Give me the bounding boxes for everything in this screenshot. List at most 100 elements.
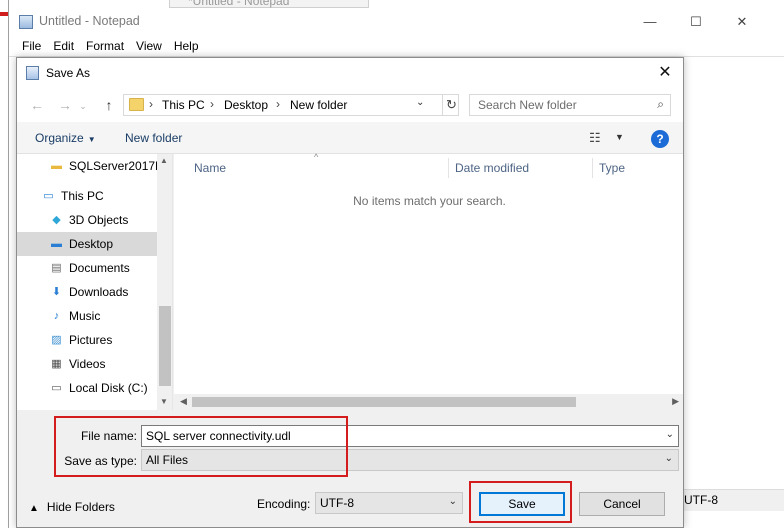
breadcrumb-separator-icon: › xyxy=(149,97,153,111)
document-icon: ▤ xyxy=(51,262,62,274)
address-dropdown-chevron-icon[interactable]: ⌄ xyxy=(416,97,424,108)
notepad-title: Untitled - Notepad xyxy=(39,14,140,28)
help-icon[interactable]: ? xyxy=(651,130,669,148)
save-dialog-icon xyxy=(26,66,39,80)
computer-icon: ▭ xyxy=(43,190,54,202)
sidebar-item-label: Documents xyxy=(69,261,130,275)
breadcrumb-separator-icon: › xyxy=(276,97,280,111)
maximize-button[interactable]: ☐ xyxy=(673,8,719,36)
column-divider[interactable] xyxy=(448,158,449,178)
hide-folders-label: Hide Folders xyxy=(46,500,115,514)
scrollbar-thumb[interactable] xyxy=(159,306,171,386)
up-arrow-icon[interactable]: ↑ xyxy=(99,96,119,114)
sidebar-item-label: Pictures xyxy=(69,333,113,347)
chevron-up-icon: ▲ xyxy=(29,503,39,514)
picture-icon: ▨ xyxy=(51,334,62,346)
back-arrow-icon[interactable]: ← xyxy=(27,96,47,114)
organize-button[interactable]: Organize ▼ xyxy=(35,131,96,145)
sidebar-item-this-pc[interactable]: ▭ This PC xyxy=(17,184,157,208)
breadcrumb-desktop[interactable]: Desktop xyxy=(224,98,268,112)
folder-icon: ▬ xyxy=(51,160,62,172)
chevron-down-icon[interactable]: ⌄ xyxy=(666,429,674,440)
encoding-select[interactable]: UTF-8 ⌄ xyxy=(315,492,463,514)
scroll-down-icon[interactable]: ▼ xyxy=(160,397,168,406)
sidebar-item-sqlserver2017[interactable]: ▬ SQLServer2017M xyxy=(17,154,165,178)
column-header-type[interactable]: Type xyxy=(599,154,625,182)
view-options-icon[interactable]: ☷ xyxy=(589,130,601,146)
dialog-close-icon[interactable]: ✕ xyxy=(647,58,683,88)
menu-format[interactable]: Format xyxy=(80,36,130,56)
sort-ascending-icon: ^ xyxy=(314,152,319,162)
notepad-titlebar: Untitled - Notepad — ☐ ✕ xyxy=(9,8,784,36)
search-input[interactable]: Search New folder ⌕ xyxy=(469,94,671,116)
column-header-name[interactable]: Name xyxy=(194,154,226,182)
breadcrumb-separator-icon: › xyxy=(210,97,214,111)
background-notepad-tab: *Untitled - Notepad xyxy=(169,0,369,8)
sidebar-item-label: Videos xyxy=(69,357,106,371)
cancel-button[interactable]: Cancel xyxy=(579,492,665,516)
file-list-horizontal-scrollbar[interactable]: ◀ ▶ xyxy=(174,394,683,410)
empty-folder-message: No items match your search. xyxy=(353,194,506,208)
breadcrumb[interactable]: › This PC › Desktop › New folder ⌄ ↻ xyxy=(123,94,459,116)
new-folder-button[interactable]: New folder xyxy=(125,131,182,145)
encoding-value: UTF-8 xyxy=(320,496,354,510)
chevron-down-icon[interactable]: ⌄ xyxy=(665,453,673,464)
minimize-button[interactable]: — xyxy=(627,8,673,36)
sidebar-item-videos[interactable]: ▦ Videos xyxy=(17,352,157,376)
scroll-up-icon[interactable]: ▲ xyxy=(160,156,168,165)
sidebar-item-label: 3D Objects xyxy=(69,213,129,227)
view-chevron-icon[interactable]: ▼ xyxy=(615,132,624,142)
menu-edit[interactable]: Edit xyxy=(47,36,80,56)
sidebar-item-documents[interactable]: ▤ Documents xyxy=(17,256,157,280)
navigation-scrollbar[interactable]: ▲ ▼ xyxy=(157,154,172,410)
sidebar-item-downloads[interactable]: ⬇ Downloads xyxy=(17,280,157,304)
red-edge-mark xyxy=(0,12,8,16)
sidebar-item-desktop[interactable]: ▬ Desktop xyxy=(17,232,157,256)
search-placeholder: Search New folder xyxy=(478,98,577,112)
refresh-icon[interactable]: ↻ xyxy=(442,95,460,115)
organize-chevron-icon: ▼ xyxy=(87,135,96,144)
notepad-menubar: File Edit Format View Help xyxy=(9,36,205,56)
organize-label: Organize xyxy=(35,131,84,145)
chevron-down-icon[interactable]: ⌄ xyxy=(449,496,457,507)
sidebar-item-label: Local Disk (C:) xyxy=(69,381,148,395)
menu-file[interactable]: File xyxy=(16,36,47,56)
dialog-toolbar: Organize ▼ New folder ☷ ▼ ? xyxy=(17,122,683,154)
highlight-box-file-fields xyxy=(54,416,348,477)
search-icon: ⌕ xyxy=(657,97,664,111)
menu-help[interactable]: Help xyxy=(168,36,205,56)
sidebar-item-label: SQLServer2017M xyxy=(69,159,166,173)
menu-view[interactable]: View xyxy=(130,36,168,56)
folder-icon xyxy=(129,98,144,111)
highlight-box-save-button xyxy=(469,481,572,523)
sidebar-item-pictures[interactable]: ▨ Pictures xyxy=(17,328,157,352)
scroll-left-icon[interactable]: ◀ xyxy=(180,396,187,407)
scroll-right-icon[interactable]: ▶ xyxy=(672,396,679,407)
cube-icon: ◆ xyxy=(52,214,61,226)
hide-folders-button[interactable]: ▲ Hide Folders xyxy=(29,500,115,514)
sidebar-item-local-disk[interactable]: ▭ Local Disk (C:) xyxy=(17,376,157,400)
recent-locations-chevron-icon[interactable]: ⌄ xyxy=(77,97,89,115)
desktop-icon: ▬ xyxy=(51,238,62,250)
address-row: ← → ⌄ ↑ › This PC › Desktop › New folder… xyxy=(17,88,683,122)
sidebar-item-music[interactable]: ♪ Music xyxy=(17,304,157,328)
file-list: ^ Name Date modified Type No items match… xyxy=(174,152,683,410)
notepad-app-icon xyxy=(19,15,33,29)
sidebar-item-3d-objects[interactable]: ◆ 3D Objects xyxy=(17,208,157,232)
sidebar-item-label: This PC xyxy=(61,189,104,203)
column-header-date-modified[interactable]: Date modified xyxy=(455,154,529,182)
save-as-dialog: Save As ✕ ← → ⌄ ↑ › This PC › Desktop › … xyxy=(16,57,684,528)
film-icon: ▦ xyxy=(51,358,62,370)
dialog-title: Save As xyxy=(46,66,91,80)
forward-arrow-icon[interactable]: → xyxy=(55,96,75,114)
breadcrumb-this-pc[interactable]: This PC xyxy=(162,98,205,112)
scrollbar-thumb[interactable] xyxy=(192,397,576,407)
close-button[interactable]: ✕ xyxy=(719,8,765,36)
download-arrow-icon: ⬇ xyxy=(51,286,62,298)
music-note-icon: ♪ xyxy=(53,310,60,322)
column-divider[interactable] xyxy=(592,158,593,178)
sidebar-item-label: Music xyxy=(69,309,101,323)
notepad-status-encoding: UTF-8 xyxy=(676,489,784,511)
breadcrumb-new-folder[interactable]: New folder xyxy=(290,98,347,112)
dialog-titlebar: Save As ✕ xyxy=(17,58,683,88)
